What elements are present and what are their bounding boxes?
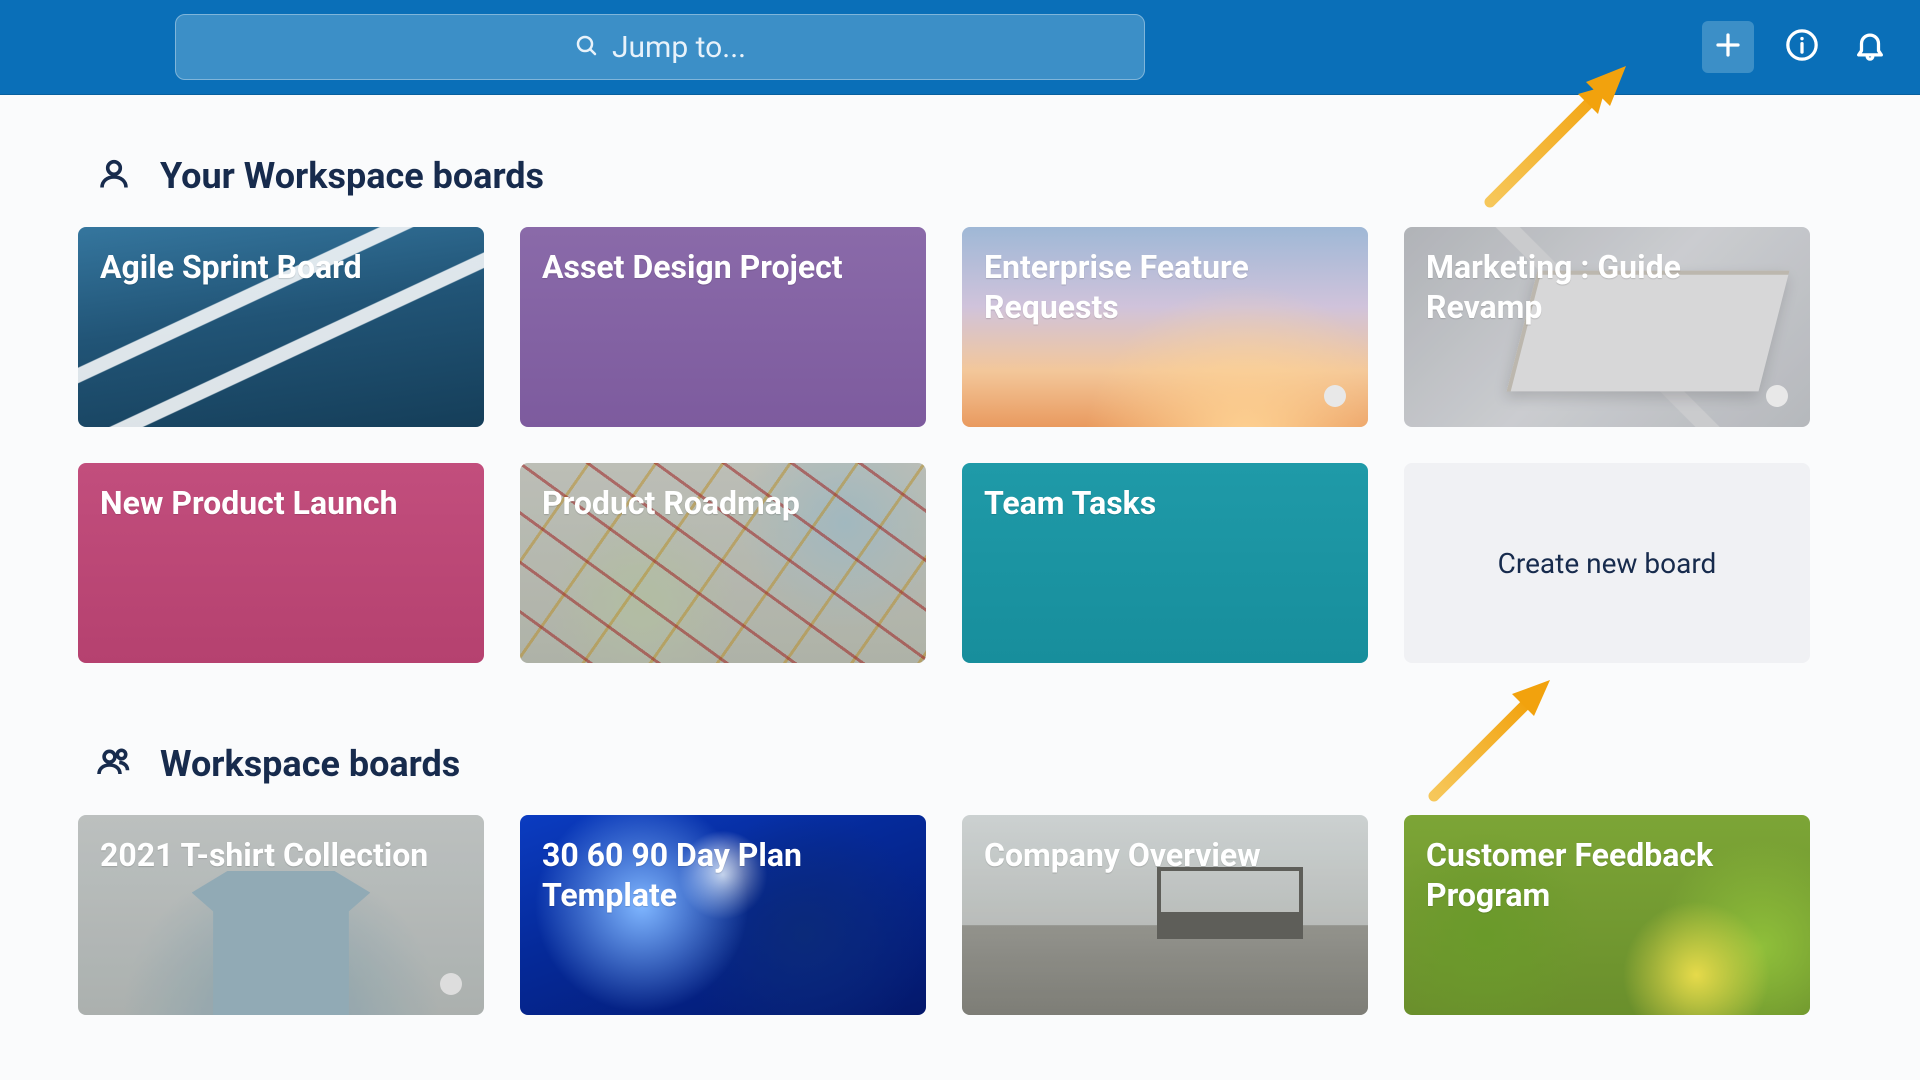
create-new-board-button[interactable]: Create new board: [1404, 463, 1810, 663]
board-card-team-tasks[interactable]: Team Tasks: [962, 463, 1368, 663]
search-input[interactable]: Jump to...: [175, 14, 1145, 80]
section-title: Your Workspace boards: [160, 155, 544, 197]
topbar-actions: [1702, 21, 1890, 73]
board-title: 2021 T-shirt Collection: [100, 836, 428, 874]
board-card-asset-design[interactable]: Asset Design Project: [520, 227, 926, 427]
board-card-2021-tshirt-collection[interactable]: 2021 T-shirt Collection: [78, 815, 484, 1015]
create-new-board-label: Create new board: [1498, 547, 1717, 580]
plus-icon: [1713, 30, 1743, 64]
search-placeholder: Jump to...: [612, 30, 746, 65]
board-title: Company Overview: [984, 836, 1261, 874]
workspace-boards-grid: 2021 T-shirt Collection 30 60 90 Day Pla…: [78, 815, 1842, 1015]
bell-icon: [1853, 28, 1887, 66]
info-icon: [1785, 28, 1819, 66]
board-title: New Product Launch: [100, 484, 398, 522]
main-content: Your Workspace boards Agile Sprint Board…: [0, 95, 1920, 1015]
board-title: Agile Sprint Board: [100, 248, 362, 286]
board-card-30-60-90-plan[interactable]: 30 60 90 Day Plan Template: [520, 815, 926, 1015]
board-title: Team Tasks: [984, 484, 1156, 522]
board-card-customer-feedback-program[interactable]: Customer Feedback Program: [1404, 815, 1810, 1015]
board-card-marketing-guide-revamp[interactable]: Marketing : Guide Revamp: [1404, 227, 1810, 427]
board-card-product-roadmap[interactable]: Product Roadmap: [520, 463, 926, 663]
notifications-button[interactable]: [1850, 27, 1890, 67]
board-card-agile-sprint[interactable]: Agile Sprint Board: [78, 227, 484, 427]
your-workspace-boards-header: Your Workspace boards: [96, 155, 1842, 197]
section-title: Workspace boards: [160, 743, 460, 785]
top-navigation-bar: Jump to...: [0, 0, 1920, 95]
create-button[interactable]: [1702, 21, 1754, 73]
board-title: Product Roadmap: [542, 484, 800, 522]
board-indicator-dot: [1766, 385, 1788, 407]
info-button[interactable]: [1782, 27, 1822, 67]
workspace-boards-header: Workspace boards: [96, 743, 1842, 785]
person-icon: [96, 156, 132, 196]
board-card-company-overview[interactable]: Company Overview: [962, 815, 1368, 1015]
board-indicator-dot: [440, 973, 462, 995]
board-card-new-product-launch[interactable]: New Product Launch: [78, 463, 484, 663]
board-card-enterprise-feature-requests[interactable]: Enterprise Feature Requests: [962, 227, 1368, 427]
your-boards-grid: Agile Sprint Board Asset Design Project …: [78, 227, 1842, 663]
people-icon: [96, 744, 132, 784]
search-icon: [574, 30, 598, 65]
board-title: Asset Design Project: [542, 248, 843, 286]
board-indicator-dot: [1324, 385, 1346, 407]
